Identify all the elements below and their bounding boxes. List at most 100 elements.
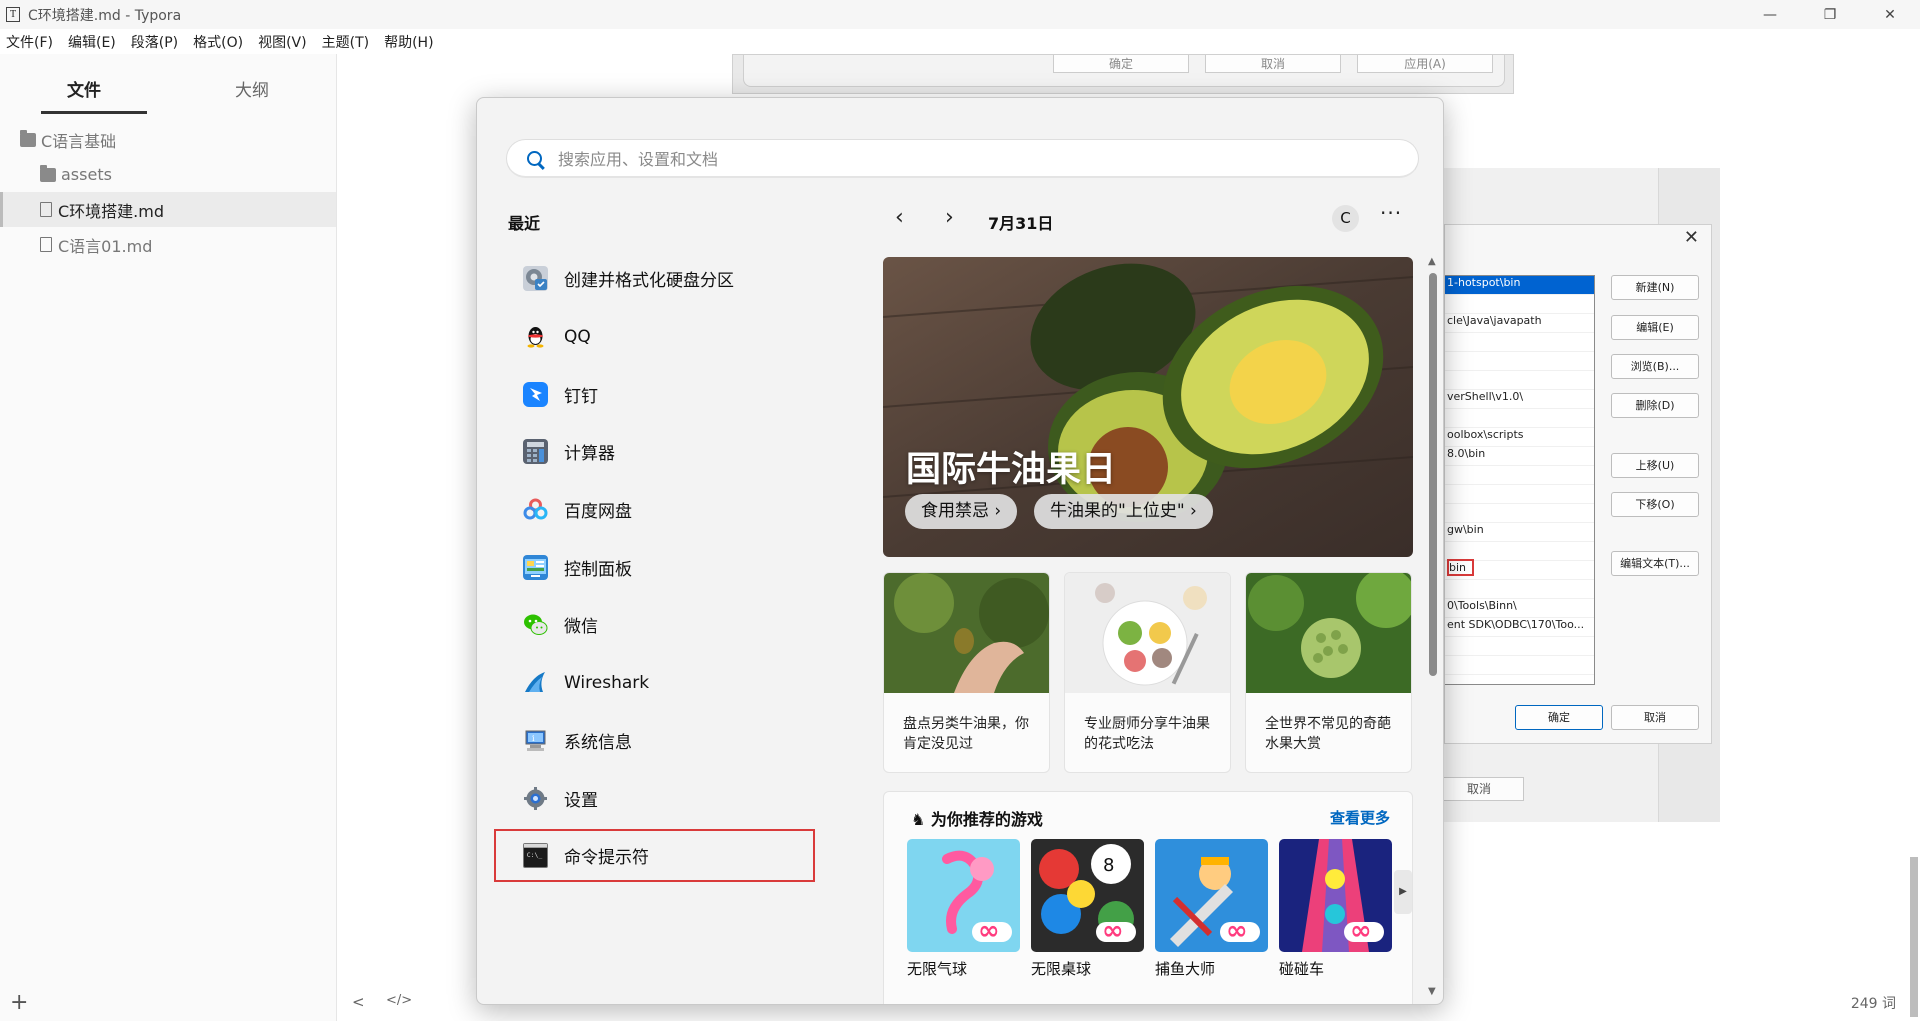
menu-bar: 文件(F) 编辑(E) 段落(P) 格式(O) 视图(V) 主题(T) 帮助(H…	[0, 29, 1920, 54]
cancel-button[interactable]: 取消	[1611, 705, 1699, 730]
avocado-tree-image	[884, 573, 1049, 693]
list-item[interactable]: 1-hotspot\bin	[1445, 276, 1594, 295]
editor-scrollbar[interactable]	[1910, 857, 1918, 1017]
search-icon	[527, 150, 542, 166]
app-label: Wireshark	[564, 672, 650, 693]
tab-files[interactable]: 文件	[0, 54, 168, 114]
game-tile-2[interactable]: 8 无限桌球	[1031, 839, 1144, 979]
list-item[interactable]	[1445, 466, 1594, 485]
maximize-button[interactable]: ❐	[1800, 0, 1860, 29]
hero-card[interactable]: 国际牛油果日 食用禁忌 › 牛油果的"上位史" ›	[883, 257, 1413, 557]
bg-apply-button[interactable]: 应用(A)	[1357, 55, 1493, 73]
game-thumbnail	[907, 839, 1020, 952]
games-next-arrow-icon[interactable]: ▶	[1394, 870, 1412, 914]
hero-chip-1[interactable]: 食用禁忌 ›	[905, 494, 1018, 529]
list-item[interactable]	[1445, 371, 1594, 390]
close-icon[interactable]: ✕	[1684, 227, 1699, 248]
search-box[interactable]: 搜索应用、设置和文档	[506, 139, 1419, 178]
word-count[interactable]: 249 词	[1851, 993, 1896, 1013]
tree-folder-c-basics[interactable]: C语言基础	[0, 122, 336, 157]
list-item-highlighted[interactable]: bin	[1445, 559, 1594, 580]
edit-button[interactable]: 编辑(E)	[1611, 315, 1699, 340]
game-tile-4[interactable]: 碰碰车	[1279, 839, 1392, 979]
chevron-left-icon[interactable]: ‹	[895, 205, 904, 230]
browse-button[interactable]: 浏览(B)...	[1611, 354, 1699, 379]
toggle-sidebar-button[interactable]: <	[352, 993, 365, 1011]
source-mode-button[interactable]: </>	[386, 993, 412, 1008]
list-item[interactable]: 8.0\bin	[1445, 447, 1594, 466]
app-baidu-netdisk[interactable]: 百度网盘	[492, 481, 817, 539]
game-tile-3[interactable]: 捕鱼大师	[1155, 839, 1268, 979]
list-item[interactable]	[1445, 295, 1594, 314]
app-wechat[interactable]: 微信	[492, 596, 817, 654]
app-command-prompt[interactable]: C:\_ 命令提示符	[492, 827, 817, 884]
scroll-up-icon[interactable]: ▲	[1428, 256, 1436, 267]
scroll-down-icon[interactable]: ▼	[1428, 986, 1436, 997]
list-item[interactable]	[1445, 485, 1594, 504]
menu-file[interactable]: 文件(F)	[6, 32, 53, 52]
list-item[interactable]	[1445, 409, 1594, 428]
list-item[interactable]: oolbox\scripts	[1445, 428, 1594, 447]
move-down-button[interactable]: 下移(O)	[1611, 492, 1699, 517]
chevron-right-icon[interactable]: ›	[945, 205, 954, 230]
scroll-thumb[interactable]	[1429, 273, 1437, 676]
tab-outline[interactable]: 大纲	[168, 54, 336, 112]
system-info-icon: i	[523, 728, 548, 753]
window-title: C环境搭建.md - Typora	[28, 7, 182, 24]
minimize-button[interactable]: —	[1740, 0, 1800, 29]
app-calculator[interactable]: 计算器	[492, 423, 817, 481]
news-card-3[interactable]: 全世界不常见的奇葩水果大赏	[1245, 572, 1412, 773]
app-dingtalk[interactable]: 钉钉	[492, 365, 817, 423]
tree-folder-assets[interactable]: assets	[0, 157, 336, 192]
news-card-2[interactable]: 专业厨师分享牛油果的花式吃法	[1064, 572, 1231, 773]
see-more-link[interactable]: 查看更多	[1330, 807, 1390, 828]
list-item[interactable]: verShell\v1.0\	[1445, 390, 1594, 409]
list-item[interactable]	[1445, 580, 1594, 599]
app-control-panel[interactable]: 控制面板	[492, 538, 817, 596]
close-button[interactable]: ✕	[1860, 0, 1920, 29]
list-item[interactable]	[1445, 352, 1594, 371]
list-item[interactable]	[1445, 637, 1594, 656]
tree-file-c01[interactable]: C语言01.md	[0, 227, 336, 262]
app-wireshark[interactable]: Wireshark	[492, 654, 817, 712]
menu-format[interactable]: 格式(O)	[193, 32, 243, 52]
tree-item-label: assets	[61, 165, 112, 184]
menu-help[interactable]: 帮助(H)	[384, 32, 433, 52]
bg-cancel-button-2[interactable]: 取消	[1434, 777, 1524, 801]
app-settings[interactable]: 设置	[492, 769, 817, 827]
list-item[interactable]	[1445, 333, 1594, 352]
avatar[interactable]: C	[1332, 205, 1359, 232]
ok-button[interactable]: 确定	[1515, 705, 1603, 730]
baidu-netdisk-icon	[523, 497, 548, 522]
list-item[interactable]: ent SDK\ODBC\170\Too...	[1445, 618, 1594, 637]
feed-scrollbar[interactable]: ▲ ▼	[1425, 256, 1440, 1000]
path-list[interactable]: 1-hotspot\bin cle\Java\javapath verShell…	[1445, 275, 1595, 685]
hero-title: 国际牛油果日	[906, 450, 1117, 490]
list-item[interactable]: cle\Java\javapath	[1445, 314, 1594, 333]
menu-paragraph[interactable]: 段落(P)	[131, 32, 178, 52]
bg-cancel-button[interactable]: 取消	[1205, 55, 1341, 73]
tree-file-c-env[interactable]: C环境搭建.md	[0, 192, 336, 227]
app-qq[interactable]: QQ	[492, 308, 817, 366]
bg-ok-button[interactable]: 确定	[1053, 55, 1189, 73]
hero-chip-2[interactable]: 牛油果的"上位史" ›	[1034, 494, 1213, 529]
news-card-1[interactable]: 盘点另类牛油果，你肯定没见过	[883, 572, 1050, 773]
list-item[interactable]	[1445, 656, 1594, 675]
move-up-button[interactable]: 上移(U)	[1611, 453, 1699, 478]
more-options-icon[interactable]: ···	[1380, 201, 1402, 225]
menu-theme[interactable]: 主题(T)	[322, 32, 369, 52]
app-system-info[interactable]: i 系统信息	[492, 712, 817, 770]
card-text: 专业厨师分享牛油果的花式吃法	[1084, 716, 1210, 752]
app-disk-management[interactable]: 创建并格式化硬盘分区	[492, 250, 817, 308]
add-file-button[interactable]: +	[10, 990, 28, 1015]
menu-view[interactable]: 视图(V)	[258, 32, 307, 52]
delete-button[interactable]: 删除(D)	[1611, 393, 1699, 418]
new-button[interactable]: 新建(N)	[1611, 275, 1699, 300]
menu-edit[interactable]: 编辑(E)	[68, 32, 116, 52]
list-item[interactable]	[1445, 504, 1594, 523]
list-item[interactable]: gw\bin	[1445, 523, 1594, 542]
cmd-icon: C:\_	[523, 842, 548, 868]
edit-text-button[interactable]: 编辑文本(T)...	[1611, 551, 1699, 576]
game-tile-1[interactable]: 无限气球	[907, 839, 1020, 979]
list-item[interactable]: 0\Tools\Binn\	[1445, 599, 1594, 618]
